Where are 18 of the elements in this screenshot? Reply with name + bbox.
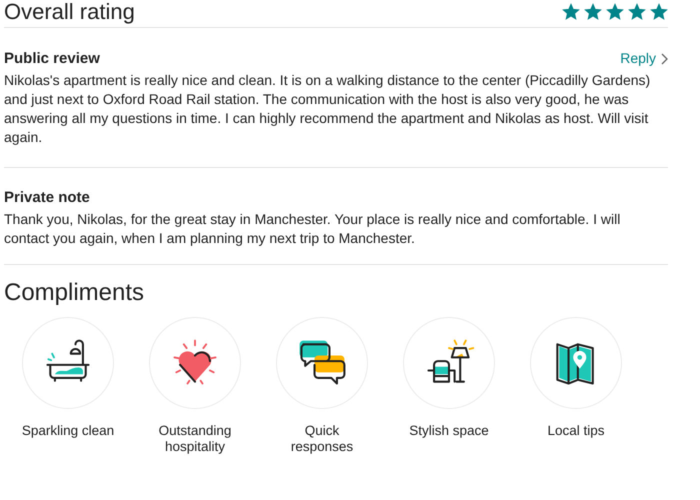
note-text: Thank you, Nikolas, for the great stay in Manchester. Your place is really nice and comfortable. I will contact you again, when I am planning my next trip to Manchester.: [4, 210, 622, 248]
compliment-label: Outstanding hospitality: [158, 423, 232, 455]
star-icon: [584, 2, 602, 20]
reply-link[interactable]: Reply: [620, 48, 668, 69]
star-icon: [606, 2, 624, 20]
compliment-label: Stylish space: [408, 423, 490, 439]
chevron-right-icon: [660, 52, 668, 64]
section-title: Private note: [4, 188, 91, 208]
section-title: Compliments: [4, 278, 146, 308]
section-title: Overall rating: [4, 0, 135, 24]
compliment-label: Local tips: [546, 423, 606, 439]
star-icon: [562, 2, 580, 20]
star-icon: [628, 2, 646, 20]
compliment-label: Quick responses: [290, 423, 354, 455]
star-icon: [650, 2, 668, 20]
review-text: Nikolas's apartment is really nice and clean. It is on a walking distance to the center (Piccadilly Gardens) and just next to Oxford Road Rail station. The communication with the host is also very good, he was answering all my questions in time. I can highly recommend the apartment and Nikolas as host. Will visit again.: [4, 71, 652, 147]
section-title: Public review: [4, 48, 100, 68]
compliment-label: Sparkling clean: [20, 423, 116, 439]
